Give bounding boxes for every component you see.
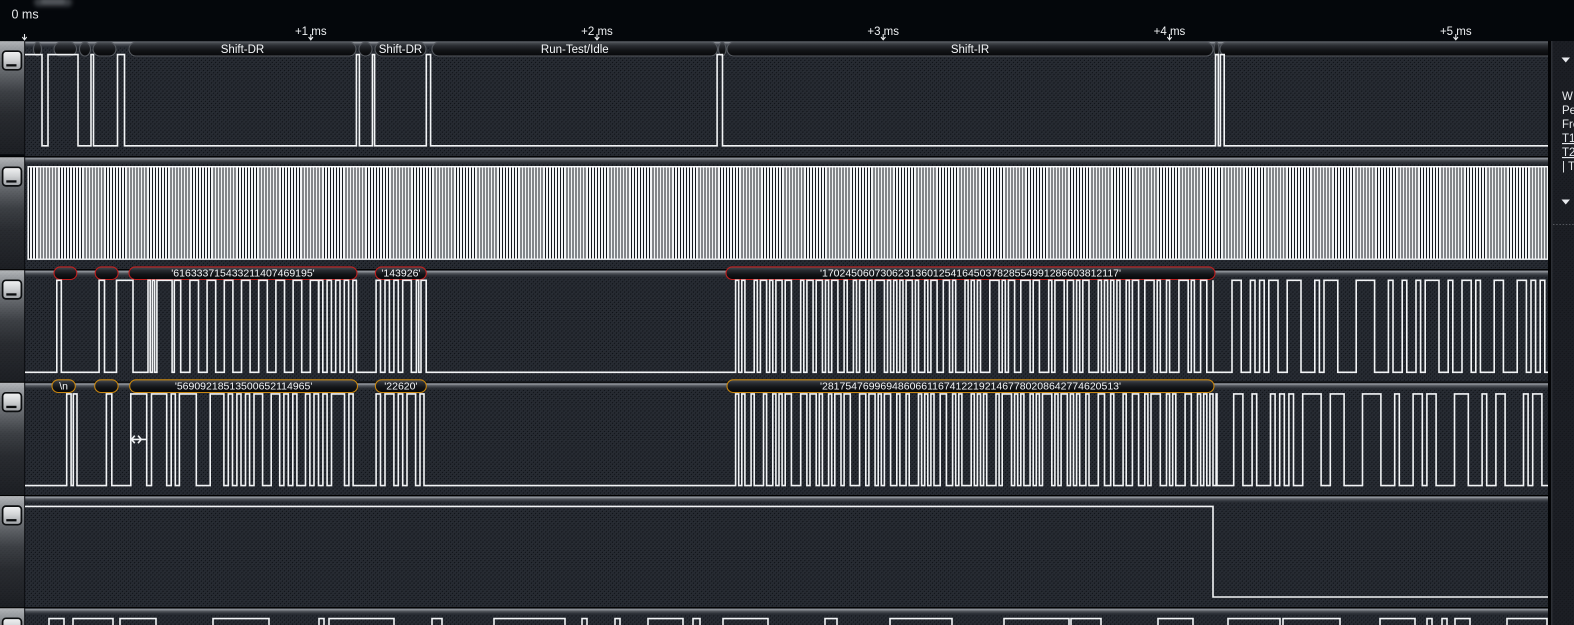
svg-text:Fre: Fre (1562, 119, 1574, 131)
svg-text:Pe: Pe (1562, 105, 1574, 117)
svg-text:0 ms: 0 ms (12, 8, 39, 22)
svg-text:\n: \n (59, 381, 68, 393)
svg-text:Shift-IR: Shift-IR (951, 44, 989, 56)
svg-text:| T: | T (1562, 161, 1574, 173)
svg-text:'56909218513500652114965': '56909218513500652114965' (175, 381, 313, 393)
svg-text:'143926': '143926' (381, 268, 420, 280)
svg-text:'17024506073062313601254164503: '170245060730623136012541645037828554991… (820, 268, 1121, 280)
svg-text:T2: T2 (1562, 147, 1574, 159)
svg-text:'616333715433211407469195': '616333715433211407469195' (171, 268, 314, 280)
svg-text:'22620': '22620' (384, 381, 417, 393)
svg-text:'28175476996948606611674122192: '281754769969486066116741221921467780208… (820, 381, 1121, 393)
svg-text:W: W (1562, 91, 1573, 103)
svg-text:Run-Test/Idle: Run-Test/Idle (541, 44, 609, 56)
svg-text:T1: T1 (1562, 133, 1574, 145)
svg-text:Shift-DR: Shift-DR (379, 44, 422, 56)
svg-text:Shift-DR: Shift-DR (221, 44, 264, 56)
